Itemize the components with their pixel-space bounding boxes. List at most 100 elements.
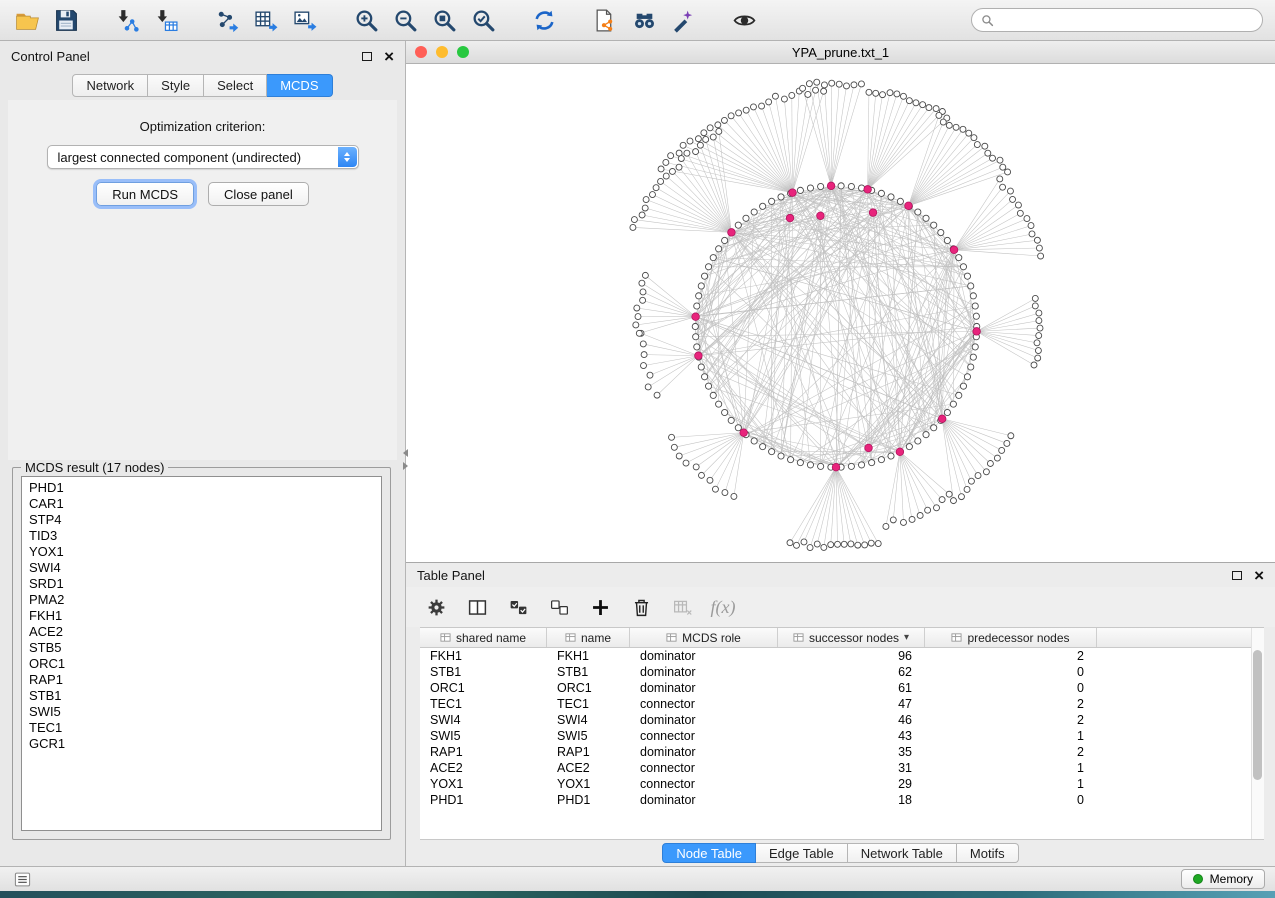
gear-icon[interactable] [424,595,448,619]
column-grid-icon [565,632,576,643]
table-row[interactable]: FKH1FKH1dominator962 [420,648,1264,664]
export-table-icon[interactable] [251,5,281,35]
mcds-result-item[interactable]: STB5 [29,640,381,656]
table-scrollbar[interactable] [1251,628,1264,839]
table-row[interactable]: ACE2ACE2connector311 [420,760,1264,776]
main-area: Control Panel × NetworkStyleSelectMCDS O… [0,41,1275,866]
close-panel-icon[interactable]: × [384,48,394,65]
eye-icon[interactable] [729,5,759,35]
import-network-icon[interactable] [112,5,142,35]
save-session-icon[interactable] [51,5,81,35]
search-box[interactable] [971,8,1263,32]
panel-splitter[interactable] [400,449,410,479]
delete-column-icon [670,595,694,619]
column-header-successor-nodes[interactable]: successor nodes▾ [778,628,925,647]
mcds-result-item[interactable]: SWI4 [29,560,381,576]
open-file-icon[interactable] [12,5,42,35]
float-panel-icon[interactable] [362,52,372,61]
tab-motifs[interactable]: Motifs [957,843,1019,863]
column-grid-icon [666,632,677,643]
mcds-result-item[interactable]: ORC1 [29,656,381,672]
mcds-result-item[interactable]: PMA2 [29,592,381,608]
table-row[interactable]: ORC1ORC1dominator610 [420,680,1264,696]
tab-network-table[interactable]: Network Table [848,843,957,863]
splitter-collapse-right-icon[interactable] [403,462,408,470]
table-cell: ACE2 [420,761,547,775]
table-row[interactable]: SWI5SWI5connector431 [420,728,1264,744]
optimization-criterion-select[interactable]: largest connected component (undirected) [47,145,359,169]
search-input[interactable] [1000,13,1253,28]
mcds-result-item[interactable]: CAR1 [29,496,381,512]
tab-network[interactable]: Network [72,74,148,97]
table-cell: YOX1 [420,777,547,791]
mcds-result-item[interactable]: RAP1 [29,672,381,688]
mcds-result-item[interactable]: GCR1 [29,736,381,752]
close-window-button[interactable] [415,46,427,58]
table-row[interactable]: RAP1RAP1dominator352 [420,744,1264,760]
table-row[interactable]: PHD1PHD1dominator180 [420,792,1264,808]
table-cell: PHD1 [547,793,630,807]
table-cell: dominator [630,649,778,663]
table-row[interactable]: SWI4SWI4dominator462 [420,712,1264,728]
mcds-result-list[interactable]: PHD1CAR1STP4TID3YOX1SWI4SRD1PMA2FKH1ACE2… [21,476,382,831]
mcds-result-item[interactable]: TEC1 [29,720,381,736]
columns-icon[interactable] [465,595,489,619]
mcds-result-item[interactable]: YOX1 [29,544,381,560]
network-graph[interactable] [406,64,1275,562]
panel-menu-button[interactable] [10,870,34,889]
zoom-out-icon[interactable] [390,5,420,35]
tab-style[interactable]: Style [148,74,204,97]
zoom-fit-icon[interactable] [429,5,459,35]
zoom-in-icon[interactable] [351,5,381,35]
tab-node-table[interactable]: Node Table [662,843,756,863]
column-header-mcds-role[interactable]: MCDS role [630,628,778,647]
scrollbar-thumb[interactable] [1253,650,1262,780]
table-cell: 1 [925,761,1097,775]
zoom-selected-icon[interactable] [468,5,498,35]
network-canvas[interactable] [406,64,1275,562]
add-row-icon[interactable] [588,595,612,619]
mcds-result-item[interactable]: TID3 [29,528,381,544]
select-all-icon[interactable] [506,595,530,619]
close-mcds-panel-button[interactable]: Close panel [208,182,309,206]
refresh-icon[interactable] [529,5,559,35]
column-header-predecessor-nodes[interactable]: predecessor nodes [925,628,1097,647]
float-table-panel-icon[interactable] [1232,571,1242,580]
table-row[interactable]: TEC1TEC1connector472 [420,696,1264,712]
dropdown-stepper-icon[interactable] [338,147,357,167]
run-mcds-button[interactable]: Run MCDS [96,182,194,206]
splitter-collapse-left-icon[interactable] [403,449,408,457]
share-document-icon[interactable] [590,5,620,35]
find-icon[interactable] [629,5,659,35]
minimize-window-button[interactable] [436,46,448,58]
style-wand-icon[interactable] [668,5,698,35]
table-row[interactable]: STB1STB1dominator620 [420,664,1264,680]
tab-select[interactable]: Select [204,74,267,97]
mcds-result-item[interactable]: STP4 [29,512,381,528]
control-panel-header: Control Panel × [0,41,405,71]
mcds-result-item[interactable]: STB1 [29,688,381,704]
column-header-shared-name[interactable]: shared name [420,628,547,647]
mcds-result-item[interactable]: PHD1 [29,480,381,496]
memory-button[interactable]: Memory [1181,869,1265,889]
delete-row-icon[interactable] [629,595,653,619]
maximize-window-button[interactable] [457,46,469,58]
tab-mcds[interactable]: MCDS [267,74,332,97]
close-table-panel-icon[interactable]: × [1254,567,1264,584]
mcds-result-item[interactable]: SWI5 [29,704,381,720]
deselect-all-icon[interactable] [547,595,571,619]
sort-dropdown-icon[interactable]: ▾ [904,632,909,643]
tab-edge-table[interactable]: Edge Table [756,843,848,863]
table-cell: ACE2 [547,761,630,775]
mcds-result-item[interactable]: FKH1 [29,608,381,624]
import-table-icon[interactable] [151,5,181,35]
export-image-icon[interactable] [290,5,320,35]
table-cell: 29 [778,777,925,791]
table-row[interactable]: YOX1YOX1connector291 [420,776,1264,792]
mcds-result-item[interactable]: ACE2 [29,624,381,640]
mcds-result-item[interactable]: SRD1 [29,576,381,592]
column-header-name[interactable]: name [547,628,630,647]
column-header-label: predecessor nodes [967,631,1069,645]
table-cell: STB1 [420,665,547,679]
export-network-icon[interactable] [212,5,242,35]
